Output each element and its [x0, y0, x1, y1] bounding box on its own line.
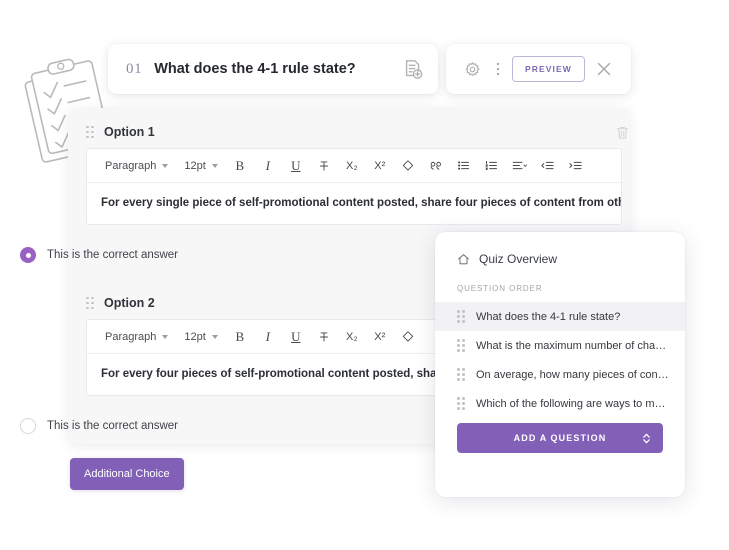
option-1-editor[interactable]: Paragraph 12pt B I U X₂ X² For every sin…	[86, 148, 622, 225]
italic-button[interactable]: I	[254, 323, 282, 351]
gear-icon[interactable]	[460, 57, 484, 81]
additional-choice-button[interactable]: Additional Choice	[70, 458, 184, 490]
correct-answer-radio-selected[interactable]	[20, 247, 36, 263]
kebab-menu-icon[interactable]	[490, 62, 506, 76]
eraser-icon[interactable]	[394, 152, 422, 180]
question-list-item[interactable]: What does the 4-1 rule state?	[435, 302, 685, 331]
underline-button[interactable]: U	[282, 323, 310, 351]
strikethrough-button[interactable]	[310, 323, 338, 351]
block-format-select[interactable]: Paragraph	[97, 331, 176, 343]
option-1-label: Option 1	[104, 125, 155, 139]
document-add-icon[interactable]	[402, 58, 424, 80]
question-list-item-label: What is the maximum number of chara...	[476, 339, 669, 352]
subscript-button[interactable]: X₂	[338, 323, 366, 351]
drag-handle-icon[interactable]	[86, 125, 95, 139]
app-root: 01 What does the 4-1 rule state? PREVIEW…	[0, 0, 729, 550]
option-2-correct-answer-row[interactable]: This is the correct answer	[20, 418, 178, 434]
option-1-format-toolbar: Paragraph 12pt B I U X₂ X²	[87, 149, 621, 183]
drag-handle-icon[interactable]	[457, 368, 466, 381]
quiz-overview-panel: Quiz Overview QUESTION ORDER What does t…	[435, 232, 685, 497]
strikethrough-button[interactable]	[310, 152, 338, 180]
font-size-select[interactable]: 12pt	[176, 160, 225, 172]
question-list-item-label: On average, how many pieces of conte...	[476, 368, 669, 381]
indent-icon[interactable]	[562, 152, 590, 180]
question-list-item-label: Which of the following are ways to me...	[476, 397, 669, 410]
option-1-text[interactable]: For every single piece of self-promotion…	[87, 183, 621, 224]
subscript-button[interactable]: X₂	[338, 152, 366, 180]
bold-button[interactable]: B	[226, 323, 254, 351]
question-number: 01	[126, 60, 143, 77]
align-icon[interactable]	[506, 152, 534, 180]
block-format-select[interactable]: Paragraph	[97, 160, 176, 172]
question-list-item[interactable]: On average, how many pieces of conte...	[435, 360, 685, 389]
drag-handle-icon[interactable]	[457, 310, 466, 323]
question-list-item[interactable]: Which of the following are ways to me...	[435, 389, 685, 418]
trash-icon[interactable]	[615, 125, 630, 140]
bold-button[interactable]: B	[226, 152, 254, 180]
option-1-correct-answer-row[interactable]: This is the correct answer	[20, 247, 178, 263]
question-list-item-label: What does the 4-1 rule state?	[476, 310, 621, 323]
add-a-question-label: ADD A QUESTION	[513, 433, 607, 443]
question-title: What does the 4-1 rule state?	[154, 61, 356, 77]
superscript-button[interactable]: X²	[366, 323, 394, 351]
drag-handle-icon[interactable]	[457, 397, 466, 410]
home-icon	[458, 253, 469, 264]
font-size-select[interactable]: 12pt	[176, 331, 225, 343]
close-icon[interactable]	[593, 58, 615, 80]
sort-caret-icon	[642, 432, 651, 445]
underline-button[interactable]: U	[282, 152, 310, 180]
drag-handle-icon[interactable]	[457, 339, 466, 352]
preview-button[interactable]: PREVIEW	[512, 56, 585, 82]
outdent-icon[interactable]	[534, 152, 562, 180]
quiz-overview-header[interactable]: Quiz Overview	[435, 232, 685, 266]
quiz-overview-title: Quiz Overview	[479, 252, 558, 266]
option-1-answer-label: This is the correct answer	[47, 249, 179, 261]
bullet-list-icon[interactable]	[450, 152, 478, 180]
question-actions-card: PREVIEW	[446, 44, 631, 94]
italic-button[interactable]: I	[254, 152, 282, 180]
superscript-button[interactable]: X²	[366, 152, 394, 180]
question-order-label: QUESTION ORDER	[457, 284, 543, 293]
numbered-list-icon[interactable]	[478, 152, 506, 180]
quote-icon[interactable]	[422, 152, 450, 180]
drag-handle-icon[interactable]	[86, 296, 95, 310]
question-header-card: 01 What does the 4-1 rule state?	[108, 44, 438, 94]
option-1-header: Option 1	[86, 121, 630, 143]
eraser-icon[interactable]	[394, 323, 422, 351]
add-a-question-button[interactable]: ADD A QUESTION	[457, 423, 663, 453]
option-2-answer-label: This is the correct answer	[47, 420, 179, 432]
question-list-item[interactable]: What is the maximum number of chara...	[435, 331, 685, 360]
correct-answer-radio-unselected[interactable]	[20, 418, 36, 434]
